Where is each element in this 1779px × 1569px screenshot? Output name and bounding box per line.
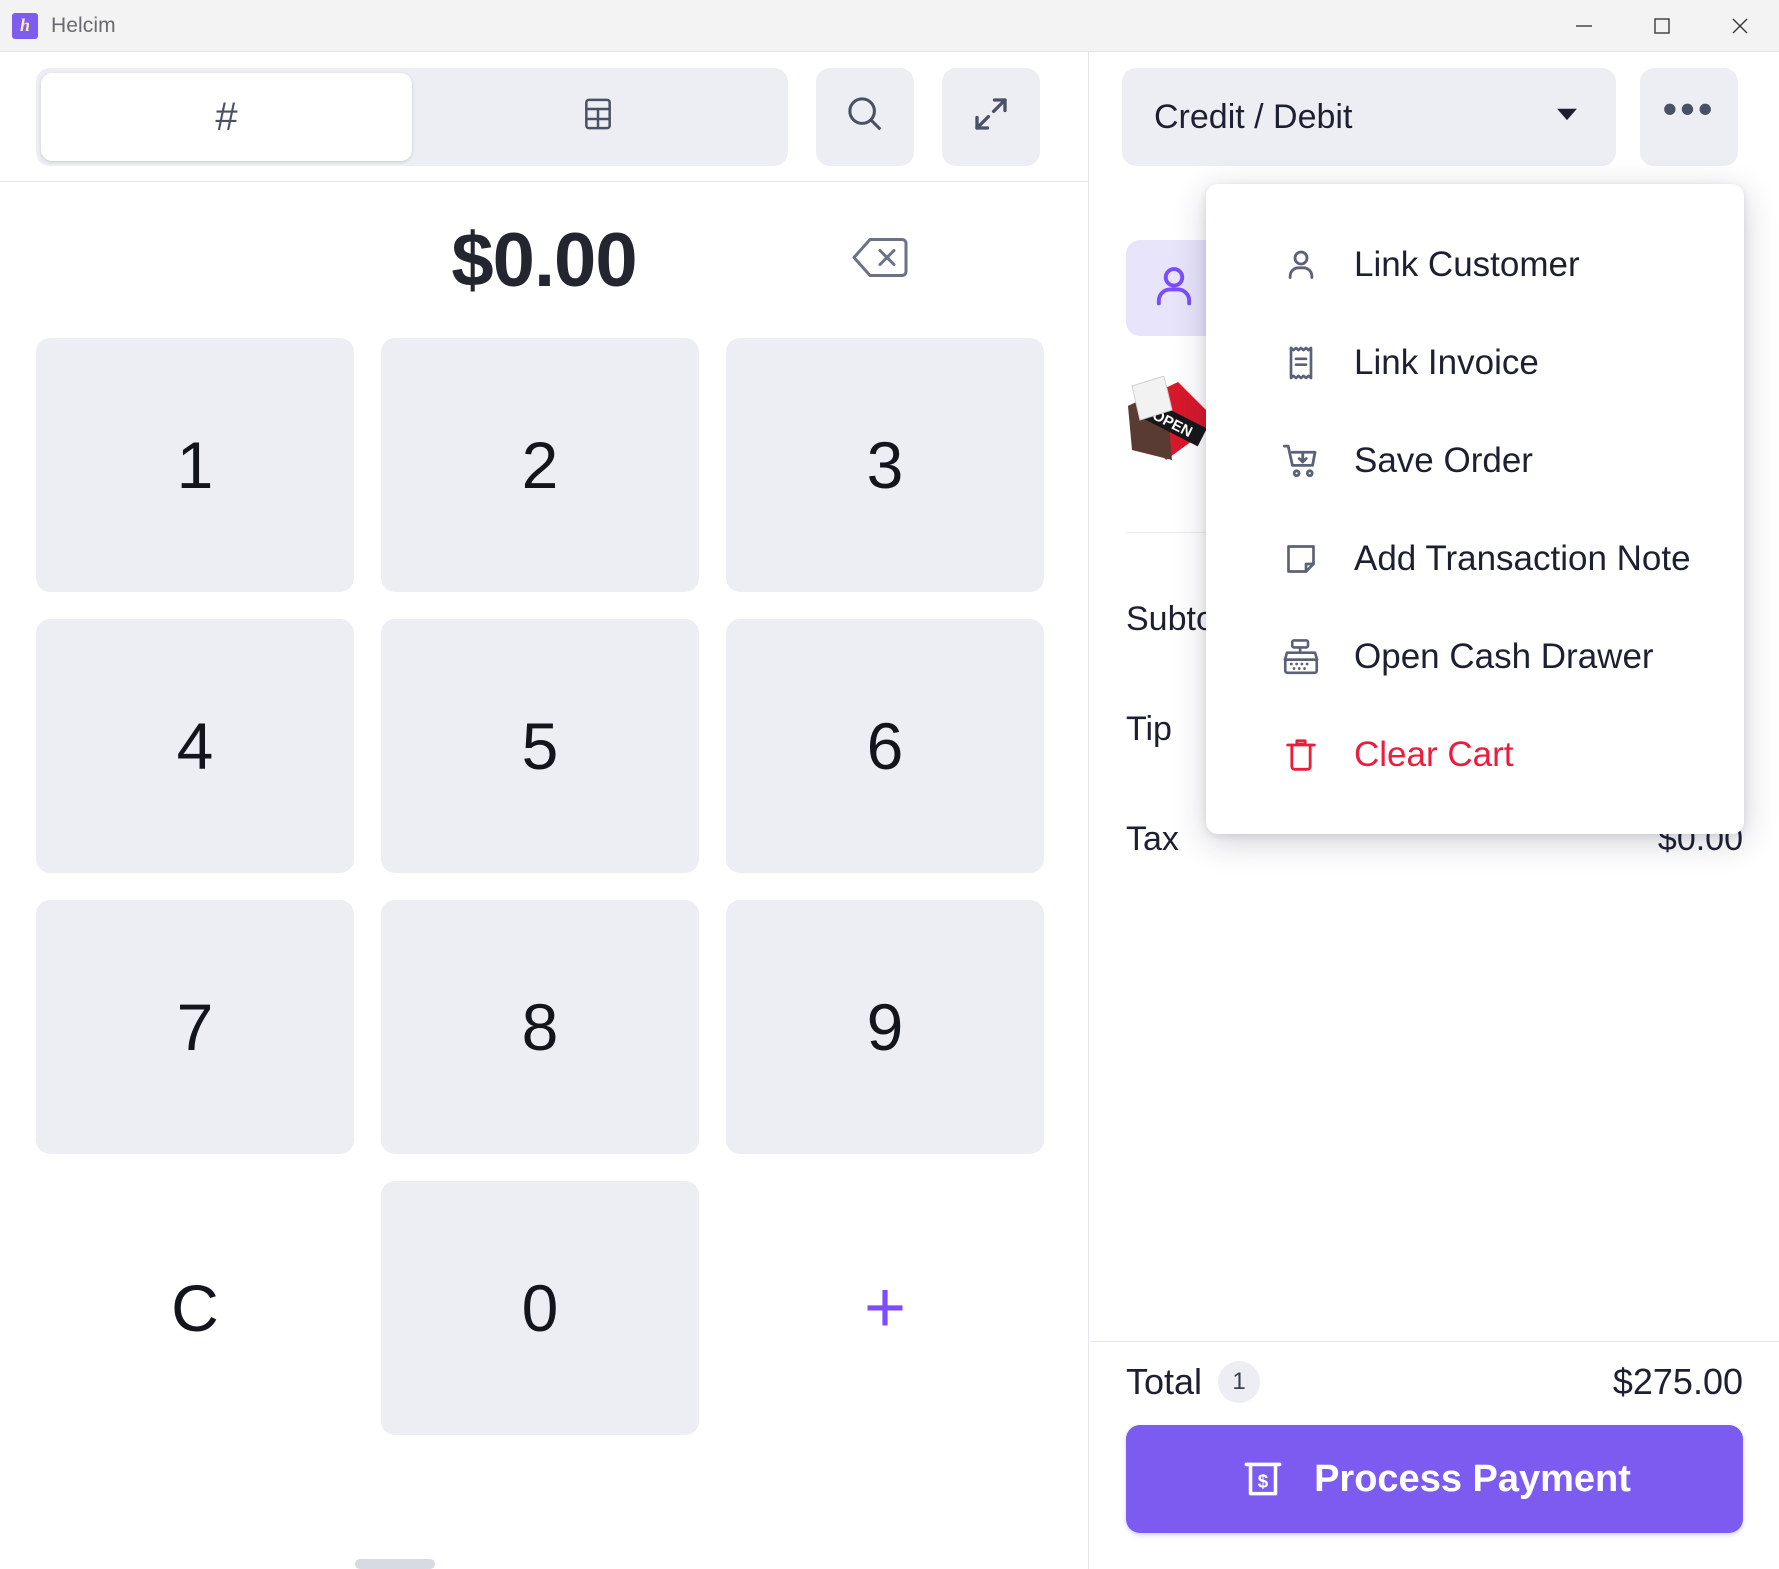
- horizontal-scrollbar[interactable]: [355, 1559, 435, 1569]
- more-options-button[interactable]: •••: [1640, 68, 1738, 166]
- key-clear[interactable]: C: [36, 1181, 354, 1435]
- tax-label: Tax: [1126, 819, 1179, 858]
- menu-item-link-invoice[interactable]: Link Invoice: [1206, 314, 1744, 412]
- grand-total-row: Total 1 $275.00: [1126, 1335, 1743, 1425]
- menu-item-save-order[interactable]: Save Order: [1206, 412, 1744, 510]
- key-9[interactable]: 9: [726, 900, 1044, 1154]
- title-bar: h Helcim: [0, 0, 1779, 52]
- key-add[interactable]: +: [726, 1181, 1044, 1435]
- key-5[interactable]: 5: [381, 619, 699, 873]
- helcim-pos-window: h Helcim # $0.00 1 2 3 4 5 6 7 8 9 C 0 +…: [0, 0, 1779, 1569]
- menu-item-label: Save Order: [1354, 441, 1533, 480]
- menu-item-label: Clear Cart: [1354, 735, 1514, 774]
- process-payment-label: Process Payment: [1314, 1457, 1631, 1500]
- payment-method-label: Credit / Debit: [1154, 97, 1353, 136]
- grid-table-icon: [578, 94, 618, 139]
- hash-icon: #: [215, 94, 238, 139]
- search-button[interactable]: [816, 67, 914, 166]
- cash-payment-icon: $: [1238, 1454, 1288, 1504]
- keypad-pane: # $0.00 1 2 3 4 5 6 7 8 9 C 0 +: [0, 52, 1089, 1569]
- key-7[interactable]: 7: [36, 900, 354, 1154]
- trash-icon: [1278, 735, 1324, 775]
- tip-label: Tip: [1126, 709, 1172, 748]
- cash-register-icon: [1278, 636, 1324, 678]
- search-icon: [842, 91, 888, 142]
- menu-item-clear-cart[interactable]: Clear Cart: [1206, 706, 1744, 804]
- menu-item-link-customer[interactable]: Link Customer: [1206, 216, 1744, 314]
- expand-button[interactable]: [942, 67, 1040, 166]
- window-controls: [1545, 0, 1779, 52]
- ellipsis-icon: •••: [1662, 85, 1716, 132]
- key-3[interactable]: 3: [726, 338, 1044, 592]
- key-4[interactable]: 4: [36, 619, 354, 873]
- numeric-keypad: 1 2 3 4 5 6 7 8 9 C 0 +: [0, 338, 1088, 1435]
- svg-text:$: $: [1258, 1470, 1269, 1491]
- view-mode-segmented-control: #: [36, 67, 788, 166]
- expand-arrows-icon: [970, 93, 1012, 140]
- maximize-icon[interactable]: [1623, 0, 1701, 52]
- amount-display: $0.00: [451, 217, 637, 303]
- left-toolbar: #: [0, 52, 1088, 182]
- more-options-menu: Link Customer Link Invoice Save Order Ad…: [1206, 184, 1744, 834]
- receipt-icon: [1278, 343, 1324, 383]
- person-icon: [1278, 245, 1324, 285]
- backspace-delete-icon[interactable]: [852, 236, 908, 285]
- process-payment-button[interactable]: $ Process Payment: [1126, 1425, 1743, 1533]
- key-2[interactable]: 2: [381, 338, 699, 592]
- minimize-icon[interactable]: [1545, 0, 1623, 52]
- menu-item-label: Link Customer: [1354, 245, 1580, 284]
- window-title: Helcim: [51, 13, 116, 37]
- close-icon[interactable]: [1701, 0, 1779, 52]
- payment-method-select[interactable]: Credit / Debit: [1122, 68, 1616, 166]
- menu-item-label: Link Invoice: [1354, 343, 1539, 382]
- app-logo-icon: h: [12, 12, 38, 39]
- person-icon: [1148, 260, 1200, 317]
- cart-footer: Total 1 $275.00 $ Process Payment: [1090, 1335, 1779, 1569]
- item-count-badge: 1: [1218, 1361, 1261, 1403]
- cart-line-item[interactable]: OPEN: [1126, 376, 1218, 468]
- menu-item-label: Add Transaction Note: [1354, 539, 1691, 578]
- key-8[interactable]: 8: [381, 900, 699, 1154]
- tab-keypad[interactable]: #: [41, 72, 412, 161]
- chevron-down-icon: [1550, 96, 1584, 139]
- menu-item-label: Open Cash Drawer: [1354, 637, 1654, 676]
- cart-download-icon: [1278, 440, 1324, 482]
- open-sign-product-image: OPEN: [1126, 376, 1218, 468]
- total-value: $275.00: [1612, 1361, 1743, 1402]
- right-toolbar: Credit / Debit •••: [1090, 52, 1779, 182]
- key-6[interactable]: 6: [726, 619, 1044, 873]
- tab-catalog[interactable]: [412, 73, 783, 161]
- menu-item-add-transaction-note[interactable]: Add Transaction Note: [1206, 510, 1744, 608]
- note-icon: [1278, 539, 1324, 579]
- menu-item-open-cash-drawer[interactable]: Open Cash Drawer: [1206, 608, 1744, 706]
- total-label: Total: [1126, 1361, 1203, 1402]
- key-0[interactable]: 0: [381, 1181, 699, 1435]
- amount-display-row: $0.00: [0, 182, 1088, 338]
- key-1[interactable]: 1: [36, 338, 354, 592]
